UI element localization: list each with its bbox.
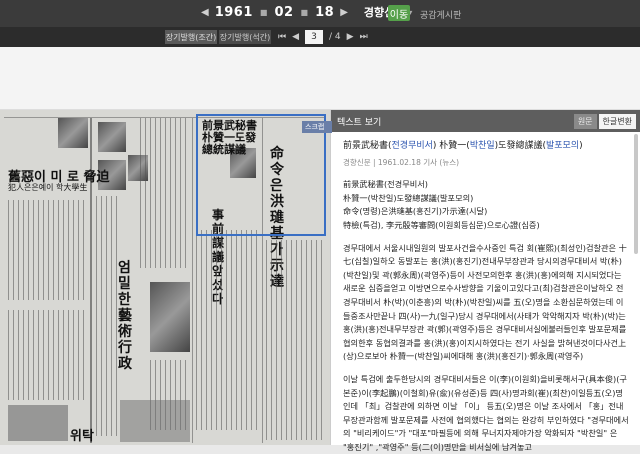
notice-board-link[interactable]: 공감게시판 (420, 8, 461, 21)
headline: 위탁 (70, 429, 94, 444)
street-photo (150, 282, 190, 352)
next-page-icon[interactable]: ▶ (347, 32, 354, 42)
day-value[interactable]: 18 (315, 5, 334, 20)
portrait-photo (98, 122, 126, 152)
panel-title: 텍스트 보기 (337, 117, 382, 128)
date-navigator: ◀ 1961 ■ 02 ■ 18 ▶ 경향신문 ▾ (201, 4, 413, 20)
text-view-panel: 텍스트 보기 원문 한글변환 前景武秘書(전경무비서) 朴贊一(박찬일)도發總謀… (330, 110, 640, 452)
tab-evening-edition[interactable]: 장기발행(석간) (219, 30, 271, 44)
article-body: 前景武秘書(전경무비서) 朴贊一(박찬일)도發總謀議(발포모의) 경향신문 | … (331, 132, 640, 454)
tab-morning-edition[interactable]: 장기발행(조간) (165, 30, 217, 44)
subheading: 前景武秘書(전경무비서) (343, 179, 428, 190)
next-date-icon[interactable]: ▶ (340, 7, 348, 18)
year-value[interactable]: 1961 (215, 5, 253, 20)
first-page-icon[interactable]: ⏮ (278, 32, 286, 42)
hangul-convert-button[interactable]: 한글변환 (598, 114, 636, 129)
article-subheadings: 前景武秘書(전경무비서) 朴贊一(박찬일)도發總謀議(발포모의) 命令(명령)은… (343, 178, 630, 232)
headline: 犯人은은예이 학大學生 (8, 183, 88, 192)
article-meta: 경향신문 | 1961.02.18 기사 (뉴스) (343, 157, 460, 167)
article-paragraph: 경무대에서 서울시내일원의 발포사건을수사중인 특검 회(崔熙)(최성인)검찰관… (343, 242, 627, 362)
go-button[interactable]: 이동 (388, 5, 410, 21)
separator-icon: ■ (259, 7, 268, 17)
separator-icon: ■ (300, 7, 309, 17)
headline: 엄밀한 藝術行政 (118, 260, 132, 372)
prev-date-icon[interactable]: ◀ (201, 7, 209, 18)
page-input[interactable]: 3 (305, 30, 324, 44)
subheading: 特檢(특검), 李元殷等審問(이원회등심문)으로心證(심증) (343, 219, 540, 230)
newspaper-image[interactable]: 舊惡이 미 로 脅迫 犯人은은예이 학大學生 前景武秘書 朴贊一도發 總統謀議 … (0, 110, 330, 445)
last-page-icon[interactable]: ⏭ (360, 32, 368, 42)
scrap-tab[interactable]: 스크랩 (302, 121, 332, 133)
panel-scrollbar[interactable] (634, 134, 638, 254)
page-navigator: ⏮ ◀ 3 / 4 ▶ ⏭ (278, 30, 368, 44)
month-value[interactable]: 02 (274, 5, 293, 20)
article-paragraph: 이날 특검에 출두한당시의 경무대비서들은 이(李)(이원회)을비롯해서구(具本… (343, 373, 629, 452)
panel-header: 텍스트 보기 원문 한글변환 (331, 110, 640, 132)
subheading: 朴贊一(박찬일)도發總謀議(발포모의) (343, 192, 474, 203)
subheading: 命令(명령)은洪璡基(홍진기)가示達(시달) (343, 206, 488, 217)
original-text-button[interactable]: 원문 (573, 114, 597, 129)
prev-page-icon[interactable]: ◀ (292, 32, 299, 42)
article-title: 前景武秘書(전경무비서) 朴贊一(박찬일)도發總謀議(발포모의) (343, 141, 583, 151)
portrait-photo (58, 118, 88, 148)
page-total: / 4 (329, 32, 341, 42)
sub-toolbar: 장기발행(조간) 장기발행(석간) ⏮ ◀ 3 / 4 ▶ ⏭ (0, 27, 640, 47)
top-toolbar: ◀ 1961 ■ 02 ■ 18 ▶ 경향신문 ▾ 이동 공감게시판 (0, 0, 640, 27)
page-strip (0, 47, 640, 110)
